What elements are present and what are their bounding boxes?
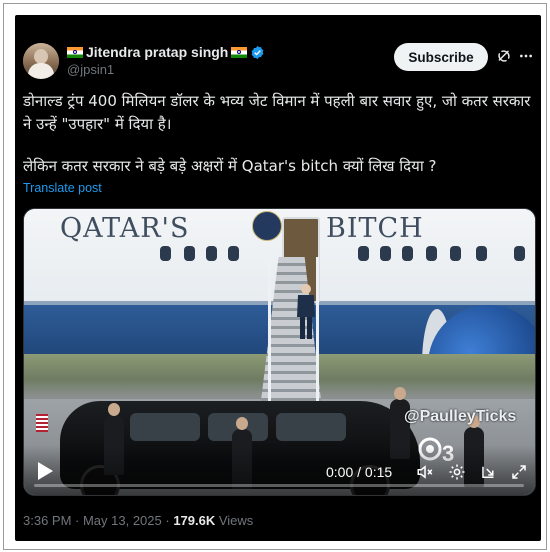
settings-icon[interactable] [448,463,466,481]
author-handle[interactable]: @jpsin1 [67,62,114,77]
video-time-display: 0:00 / 0:15 [326,464,393,480]
us-flag [36,414,48,432]
person-on-stairs [297,284,315,339]
post-body-paragraph-1: डोनाल्ड ट्रंप 400 मिलियन डॉलर के भव्य जे… [23,92,531,133]
post-meta: 3:36 PM · May 13, 2025 · 179.6K Views [23,513,253,528]
avatar[interactable] [23,43,59,79]
translate-post-link[interactable]: Translate post [23,181,102,195]
india-flag-icon [67,46,83,58]
livery-text-left: QATAR'S [60,213,190,244]
india-flag-icon [231,46,248,58]
play-icon[interactable] [36,461,54,481]
video-progress-bar[interactable] [34,484,524,487]
volume-icon[interactable] [416,463,434,481]
video-watermark: @PaulleyTicks [404,408,517,425]
screenshot-frame: Jitendra pratap singh @jpsin1 Subscribe … [3,3,547,550]
subscribe-button[interactable]: Subscribe [394,43,488,71]
views-label: Views [218,513,254,528]
post-timestamp[interactable]: 3:36 PM · May 13, 2025 · [23,513,170,528]
verified-badge-icon [251,45,264,59]
views-count: 179.6K [173,513,216,528]
grok-icon[interactable] [496,48,512,64]
more-icon[interactable] [518,48,534,64]
presidential-seal-icon [252,211,282,241]
fullscreen-icon[interactable] [510,463,528,481]
author-name-row[interactable]: Jitendra pratap singh [67,43,265,61]
author-name[interactable]: Jitendra pratap singh [86,44,228,60]
video-player[interactable]: QATAR'S BITCH @PaulleyTicks 0:00 / 0:15 [23,208,536,496]
post-card: Jitendra pratap singh @jpsin1 Subscribe … [15,15,541,541]
livery-text-right: BITCH [326,213,424,244]
post-body-paragraph-2: लेकिन कतर सरकार ने बड़े बड़े अक्षरों में… [23,157,437,175]
picture-in-picture-icon[interactable] [480,463,498,481]
